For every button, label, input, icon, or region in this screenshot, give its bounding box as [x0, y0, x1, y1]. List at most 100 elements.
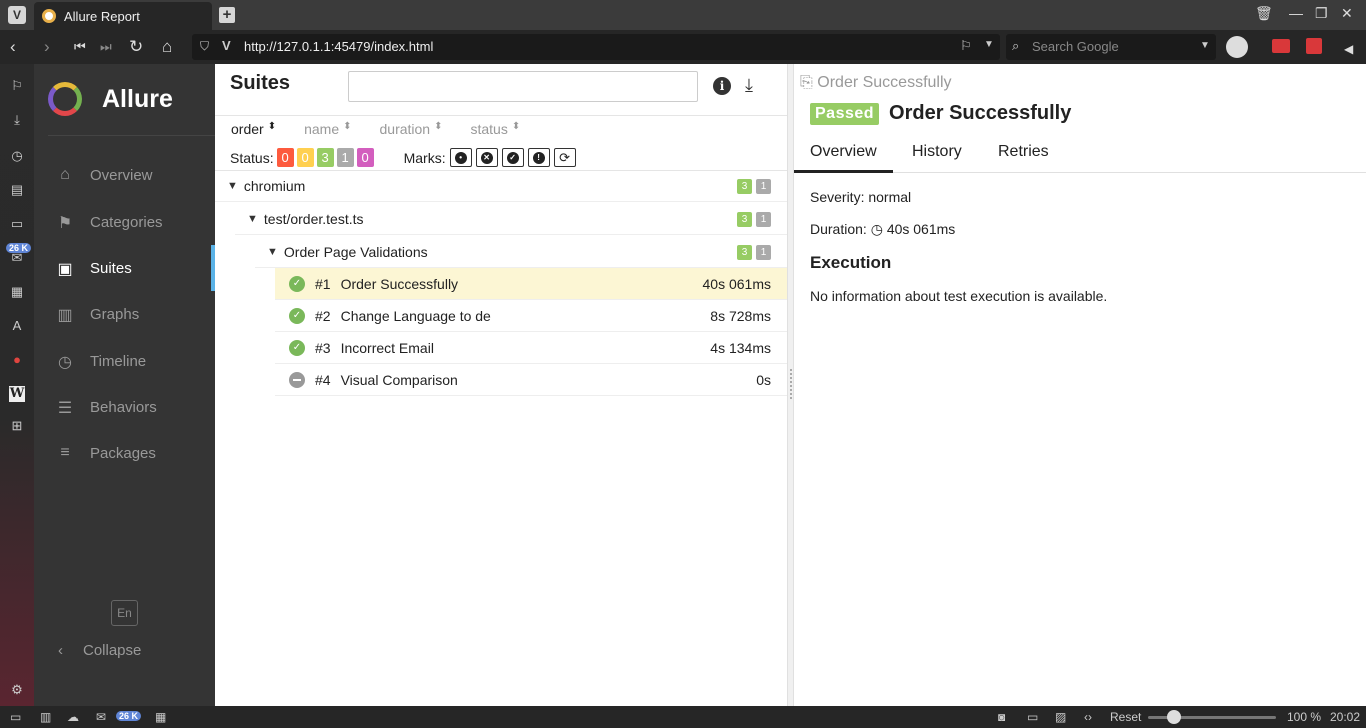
marks-filter: Marks: • ✕ ✓ ! ⟳	[404, 148, 576, 167]
test-row[interactable]: ✓ #2 Change Language to de 8s 728ms	[275, 300, 787, 332]
download-icon[interactable]: ⤓	[745, 75, 753, 96]
zoom-level: 100 %	[1287, 710, 1322, 724]
back-button[interactable]: ‹	[10, 37, 16, 57]
nav-categories[interactable]: ⚑ Categories	[34, 202, 215, 242]
tree-node-chromium[interactable]: ▼ chromium 3 1	[215, 170, 787, 202]
sort-controls: order ⬍ name ⬍ duration ⬍ status ⬍	[231, 121, 548, 137]
fast-forward-button[interactable]: ⏭	[100, 37, 112, 57]
panel-toggle-icon[interactable]: ◀	[1344, 39, 1353, 59]
address-field[interactable]: ⛉ V http://127.0.1.1:45479/index.html ⚐ …	[192, 34, 1000, 60]
rewind-button[interactable]: ⏮	[74, 37, 86, 57]
settings-gear-icon[interactable]: ⚙	[9, 682, 25, 698]
clock-icon: ◷	[58, 354, 72, 371]
zoom-reset-button[interactable]: Reset	[1110, 710, 1141, 724]
status-failed-badge[interactable]: 0	[276, 148, 294, 167]
extension-icon[interactable]	[1272, 39, 1290, 53]
status-broken-badge[interactable]: 0	[296, 148, 314, 167]
close-window-button[interactable]: ✕	[1341, 5, 1353, 22]
tab-tiling-icon[interactable]: ▥	[40, 710, 51, 724]
info-icon[interactable]: i	[713, 77, 731, 95]
collapse-button[interactable]: ‹ Collapse	[58, 642, 141, 659]
calendar-icon[interactable]: ▦	[9, 284, 25, 300]
tree-node-suite[interactable]: ▼ Order Page Validations 3 1	[255, 236, 787, 268]
header-divider	[215, 115, 787, 116]
status-passed-badge[interactable]: 3	[316, 148, 334, 167]
sort-arrow-icon[interactable]: ⬍	[268, 121, 276, 137]
mark-flaky-button[interactable]: •	[449, 148, 472, 167]
mark-new-failed-button[interactable]: ✕	[475, 148, 498, 167]
nav-packages[interactable]: ≡ Packages	[34, 433, 215, 473]
severity-field: Severity: normal	[810, 189, 912, 205]
chevron-down-icon[interactable]: ▼	[984, 39, 994, 50]
minimize-button[interactable]: —	[1289, 5, 1303, 21]
mark-new-broken-button[interactable]: !	[527, 148, 550, 167]
tab-history[interactable]: History	[896, 143, 978, 173]
language-button[interactable]: En	[111, 600, 138, 626]
sort-arrow-icon[interactable]: ⬍	[343, 121, 351, 137]
sort-arrow-icon[interactable]: ⬍	[434, 121, 442, 137]
zoom-slider-handle[interactable]	[1167, 710, 1181, 724]
filter-input[interactable]	[348, 71, 698, 102]
window-icon[interactable]: ▭	[1027, 710, 1038, 724]
test-title: Order Successfully	[889, 102, 1072, 124]
status-skipped-badge[interactable]: 1	[336, 148, 354, 167]
home-button[interactable]: ⌂	[162, 37, 172, 57]
mark-new-passed-button[interactable]: ✓	[501, 148, 524, 167]
breadcrumb[interactable]: ⎘ Order Successfully	[800, 74, 952, 92]
shield-icon[interactable]: ⛉	[200, 39, 209, 54]
new-tab-button[interactable]: +	[219, 7, 235, 23]
sort-order[interactable]: order	[231, 121, 264, 137]
sort-duration[interactable]: duration	[380, 121, 431, 137]
brand-divider	[48, 135, 215, 136]
test-row[interactable]: #4 Visual Comparison 0s	[275, 364, 787, 396]
add-panel-icon[interactable]: ⊞	[9, 418, 25, 434]
reading-list-icon[interactable]: ▭	[9, 216, 25, 232]
search-engine-dropdown-icon[interactable]: ▼	[1200, 40, 1210, 51]
search-field[interactable]: ⌕ Search Google ▼	[1006, 34, 1216, 60]
history-icon[interactable]: ◷	[9, 148, 25, 164]
camera-icon[interactable]: ◙	[998, 710, 1005, 724]
bookmark-icon[interactable]: ⚐	[960, 38, 972, 54]
tab-retries[interactable]: Retries	[982, 143, 1065, 173]
trash-icon[interactable]: 🗑	[1255, 5, 1273, 22]
code-icon[interactable]: ‹›	[1084, 710, 1092, 724]
nav-behaviors[interactable]: ☰ Behaviors	[34, 387, 215, 427]
nav-graphs[interactable]: ▥ Graphs	[34, 294, 215, 334]
wikipedia-icon[interactable]: W	[9, 386, 25, 402]
calendar-icon[interactable]: ▦	[155, 710, 166, 724]
mail-icon[interactable]: ✉	[96, 710, 106, 724]
bookmarks-icon[interactable]: ⚐	[9, 78, 25, 94]
nav-suites[interactable]: ▣ Suites	[34, 245, 215, 291]
sort-status[interactable]: status	[470, 121, 507, 137]
cloud-sync-icon[interactable]: ☁	[67, 710, 79, 724]
image-icon[interactable]: ▨	[1055, 710, 1066, 724]
browser-tab[interactable]: Allure Report	[34, 2, 212, 30]
vivaldi-panel-icon[interactable]: ●	[9, 352, 25, 368]
node-counts: 3 1	[733, 245, 771, 260]
downloads-icon[interactable]: ⤓	[9, 112, 25, 128]
nav-timeline[interactable]: ◷ Timeline	[34, 341, 215, 381]
reload-button[interactable]: ↻	[129, 37, 143, 57]
mark-retries-button[interactable]: ⟳	[553, 148, 576, 167]
extension-icon-2[interactable]	[1306, 38, 1322, 54]
tab-overview[interactable]: Overview	[794, 143, 893, 173]
status-unknown-badge[interactable]: 0	[356, 148, 374, 167]
forward-button[interactable]: ›	[44, 37, 50, 57]
translate-icon[interactable]: A	[9, 318, 25, 334]
tree-node-file[interactable]: ▼ test/order.test.ts 3 1	[235, 203, 787, 235]
profile-avatar[interactable]	[1226, 36, 1248, 58]
allure-brand[interactable]: Allure	[48, 82, 173, 116]
test-row[interactable]: ✓ #1 Order Successfully 40s 061ms	[275, 268, 787, 300]
vivaldi-menu-button[interactable]: V	[8, 6, 26, 24]
collapse-label: Collapse	[83, 642, 142, 659]
mail-count-badge: 26 K	[116, 711, 142, 721]
nav-overview[interactable]: ⌂ Overview	[34, 155, 215, 195]
splitter-grip-icon[interactable]	[790, 369, 792, 399]
sort-arrow-icon[interactable]: ⬍	[512, 121, 520, 137]
notes-icon[interactable]: ▤	[9, 182, 25, 198]
panel-toggle-icon[interactable]: ▭	[10, 710, 21, 724]
maximize-button[interactable]: ❐	[1315, 5, 1328, 22]
test-row[interactable]: ✓ #3 Incorrect Email 4s 134ms	[275, 332, 787, 364]
sort-name[interactable]: name	[304, 121, 339, 137]
pane-splitter[interactable]	[787, 64, 794, 706]
